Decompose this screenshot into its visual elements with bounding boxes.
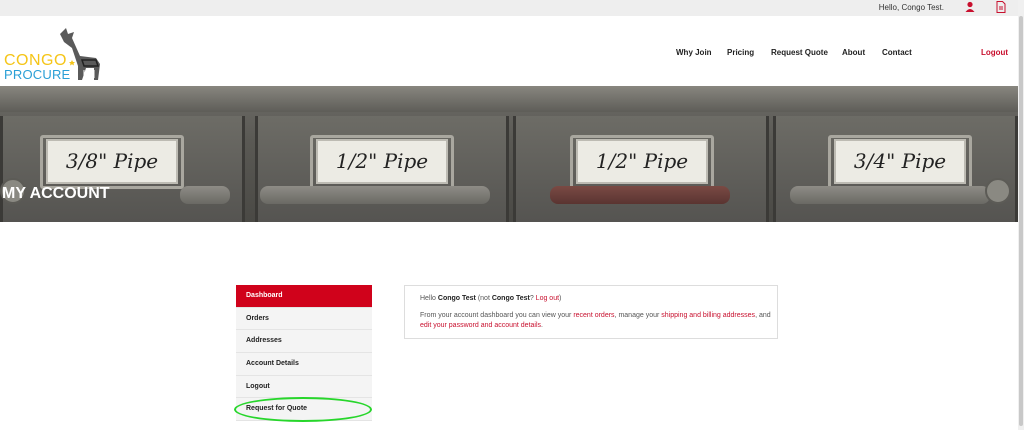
not-prefix: (not <box>475 295 492 302</box>
dashboard-description: From your account dashboard you can view… <box>420 312 771 319</box>
account-nav-orders[interactable]: Orders <box>236 307 372 331</box>
account-nav-dashboard[interactable]: Dashboard <box>236 285 372 308</box>
recent-orders-link[interactable]: recent orders <box>573 312 614 319</box>
account-nav-account-details[interactable]: Account Details <box>236 353 372 376</box>
dashboard-greeting: Hello Congo Test (not Congo Test? Log ou… <box>420 295 561 302</box>
description-text: , manage your <box>614 312 662 319</box>
drawer-handle <box>550 186 730 204</box>
account-details-link[interactable]: edit your password and account details <box>420 322 541 329</box>
account-nav-logout[interactable]: Logout <box>236 375 372 399</box>
drawer-label-card: 1/2" Pipe <box>316 139 448 184</box>
not-user-name: Congo Test <box>491 295 530 302</box>
description-text: , and <box>755 312 771 319</box>
nav-contact[interactable]: Contact <box>882 48 912 57</box>
nav-request-quote[interactable]: Request Quote <box>771 48 828 57</box>
drawer-label-card: 3/8" Pipe <box>46 139 178 184</box>
dashboard-content: Hello Congo Test (not Congo Test? Log ou… <box>404 285 778 339</box>
addresses-link[interactable]: shipping and billing addresses <box>661 312 755 319</box>
highlight-circle-annotation <box>234 397 372 422</box>
page-title: MY ACCOUNT <box>2 185 110 202</box>
description-text: . <box>541 322 543 329</box>
greeting-prefix: Hello <box>420 295 438 302</box>
logo-text-procure: PROCURE <box>4 67 71 82</box>
nav-about[interactable]: About <box>842 48 865 57</box>
account-nav-addresses[interactable]: Addresses <box>236 330 372 354</box>
scrollbar-thumb[interactable] <box>1019 16 1023 426</box>
site-header: CONGO PROCURE Why Join Pricing Request Q… <box>0 16 1018 86</box>
user-icon[interactable] <box>965 1 975 15</box>
drawer-label-card: 3/4" Pipe <box>834 139 966 184</box>
description-text: From your account dashboard you can view… <box>420 312 574 319</box>
top-utility-bar: Hello, Congo Test. <box>0 0 1018 16</box>
user-name: Congo Test <box>437 295 476 302</box>
hero-banner: 3/8" Pipe 1/2" Pipe 1/2" Pipe 3/4" Pipe … <box>0 86 1018 222</box>
log-out-link[interactable]: Log out <box>536 295 559 302</box>
nav-pricing[interactable]: Pricing <box>727 48 754 57</box>
drawer-label-card: 1/2" Pipe <box>576 139 708 184</box>
drawer-handle <box>790 186 990 204</box>
page-scrollbar[interactable] <box>1018 0 1024 430</box>
drawer-handle <box>180 186 230 204</box>
drawer-knob <box>985 178 1011 204</box>
close-paren: ) <box>559 295 562 302</box>
dashboard-description-cont: edit your password and account details. <box>420 322 543 329</box>
nav-logout[interactable]: Logout <box>981 48 1008 57</box>
cabinet-rail <box>0 86 1018 112</box>
greeting-text: Hello, Congo Test. <box>878 3 944 12</box>
site-logo[interactable]: CONGO PROCURE <box>4 26 104 86</box>
nav-why-join[interactable]: Why Join <box>676 48 712 57</box>
document-icon[interactable] <box>996 1 1006 15</box>
drawer-handle <box>260 186 490 204</box>
